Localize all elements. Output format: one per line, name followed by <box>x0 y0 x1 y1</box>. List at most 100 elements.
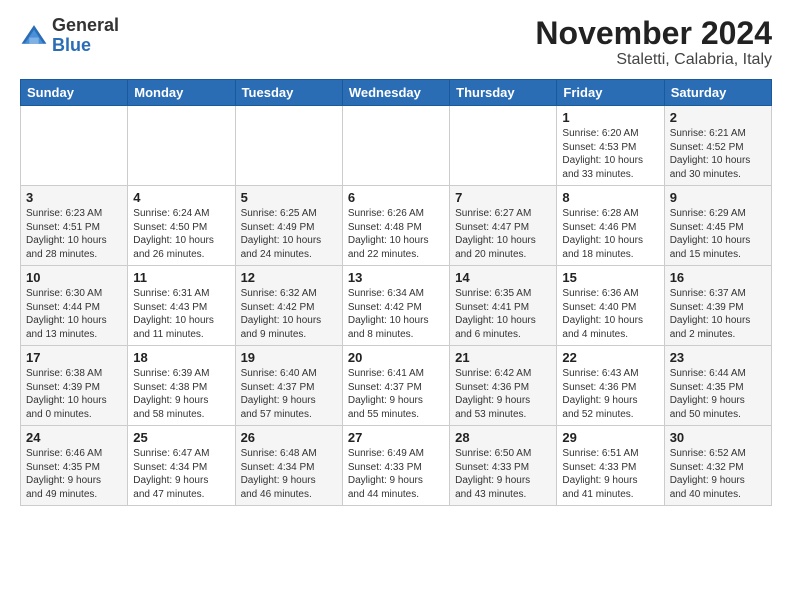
header: General Blue November 2024 Staletti, Cal… <box>20 16 772 69</box>
day-info: Sunrise: 6:50 AM Sunset: 4:33 PM Dayligh… <box>455 447 551 501</box>
day-number: 4 <box>133 190 229 205</box>
logo-text: General Blue <box>52 16 119 56</box>
week-row-4: 17 Sunrise: 6:38 AM Sunset: 4:39 PM Dayli… <box>21 346 772 426</box>
day-info: Sunrise: 6:36 AM Sunset: 4:40 PM Dayligh… <box>562 287 658 341</box>
day-info: Sunrise: 6:25 AM Sunset: 4:49 PM Dayligh… <box>241 207 337 261</box>
col-thursday: Thursday <box>450 80 557 106</box>
day-cell-4-2: 26Sunrise: 6:48 AM Sunset: 4:34 PM Dayli… <box>235 426 342 506</box>
day-cell-4-3: 27 Sunrise: 6:49 AM Sunset: 4:33 PM Dayli… <box>342 426 449 506</box>
day-number: 8 <box>562 190 658 205</box>
day-cell-4-4: 28 Sunrise: 6:50 AM Sunset: 4:33 PM Dayli… <box>450 426 557 506</box>
day-info: Sunrise: 6:47 AM Sunset: 4:34 PM Dayligh… <box>133 447 229 501</box>
day-info: Sunrise: 6:21 AM Sunset: 4:52 PM Dayligh… <box>670 127 766 181</box>
day-cell-0-6: 2 Sunrise: 6:21 AM Sunset: 4:52 PM Daylig… <box>664 106 771 186</box>
day-number: 26 <box>241 430 337 445</box>
day-number: 6 <box>348 190 444 205</box>
day-number: 10 <box>26 270 122 285</box>
day-number: 18 <box>133 350 229 365</box>
day-info: Sunrise: 6:31 AM Sunset: 4:43 PM Dayligh… <box>133 287 229 341</box>
day-cell-1-0: 3 Sunrise: 6:23 AM Sunset: 4:51 PM Daylig… <box>21 186 128 266</box>
day-info: Sunrise: 6:51 AM Sunset: 4:33 PM Dayligh… <box>562 447 658 501</box>
day-number: 14 <box>455 270 551 285</box>
day-number: 5 <box>241 190 337 205</box>
day-info: Sunrise: 6:39 AM Sunset: 4:38 PM Dayligh… <box>133 367 229 421</box>
day-number: 24 <box>26 430 122 445</box>
day-cell-1-3: 6 Sunrise: 6:26 AM Sunset: 4:48 PM Daylig… <box>342 186 449 266</box>
day-info: Sunrise: 6:24 AM Sunset: 4:50 PM Dayligh… <box>133 207 229 261</box>
calendar-body: 1Sunrise: 6:20 AM Sunset: 4:53 PM Daylig… <box>21 106 772 506</box>
day-cell-4-0: 24 Sunrise: 6:46 AM Sunset: 4:35 PM Dayli… <box>21 426 128 506</box>
col-friday: Friday <box>557 80 664 106</box>
day-info: Sunrise: 6:30 AM Sunset: 4:44 PM Dayligh… <box>26 287 122 341</box>
title-block: November 2024 Staletti, Calabria, Italy <box>535 16 772 69</box>
day-info: Sunrise: 6:20 AM Sunset: 4:53 PM Dayligh… <box>562 127 658 181</box>
day-cell-2-3: 13 Sunrise: 6:34 AM Sunset: 4:42 PM Dayli… <box>342 266 449 346</box>
day-info: Sunrise: 6:34 AM Sunset: 4:42 PM Dayligh… <box>348 287 444 341</box>
day-cell-3-2: 19 Sunrise: 6:40 AM Sunset: 4:37 PM Dayli… <box>235 346 342 426</box>
page: General Blue November 2024 Staletti, Cal… <box>0 0 792 516</box>
day-cell-4-5: 29 Sunrise: 6:51 AM Sunset: 4:33 PM Dayli… <box>557 426 664 506</box>
day-cell-3-1: 18 Sunrise: 6:39 AM Sunset: 4:38 PM Dayli… <box>128 346 235 426</box>
day-number: 19 <box>241 350 337 365</box>
day-info: Sunrise: 6:38 AM Sunset: 4:39 PM Dayligh… <box>26 367 122 421</box>
header-row: Sunday Monday Tuesday Wednesday Thursday… <box>21 80 772 106</box>
day-number: 16 <box>670 270 766 285</box>
day-cell-2-6: 16 Sunrise: 6:37 AM Sunset: 4:39 PM Dayli… <box>664 266 771 346</box>
day-cell-1-5: 8 Sunrise: 6:28 AM Sunset: 4:46 PM Daylig… <box>557 186 664 266</box>
day-number: 3 <box>26 190 122 205</box>
calendar-table: Sunday Monday Tuesday Wednesday Thursday… <box>20 79 772 506</box>
day-info: Sunrise: 6:43 AM Sunset: 4:36 PM Dayligh… <box>562 367 658 421</box>
day-cell-2-1: 11Sunrise: 6:31 AM Sunset: 4:43 PM Dayli… <box>128 266 235 346</box>
logo-icon <box>20 22 48 50</box>
day-info: Sunrise: 6:46 AM Sunset: 4:35 PM Dayligh… <box>26 447 122 501</box>
day-info: Sunrise: 6:42 AM Sunset: 4:36 PM Dayligh… <box>455 367 551 421</box>
calendar-subtitle: Staletti, Calabria, Italy <box>535 51 772 69</box>
day-number: 23 <box>670 350 766 365</box>
day-number: 9 <box>670 190 766 205</box>
day-number: 30 <box>670 430 766 445</box>
day-cell-3-0: 17 Sunrise: 6:38 AM Sunset: 4:39 PM Dayli… <box>21 346 128 426</box>
day-number: 17 <box>26 350 122 365</box>
day-info: Sunrise: 6:32 AM Sunset: 4:42 PM Dayligh… <box>241 287 337 341</box>
logo-line1: General <box>52 16 119 36</box>
day-number: 12 <box>241 270 337 285</box>
day-info: Sunrise: 6:23 AM Sunset: 4:51 PM Dayligh… <box>26 207 122 261</box>
day-cell-3-3: 20Sunrise: 6:41 AM Sunset: 4:37 PM Dayli… <box>342 346 449 426</box>
logo: General Blue <box>20 16 119 56</box>
day-number: 21 <box>455 350 551 365</box>
day-cell-3-6: 23Sunrise: 6:44 AM Sunset: 4:35 PM Dayli… <box>664 346 771 426</box>
day-info: Sunrise: 6:37 AM Sunset: 4:39 PM Dayligh… <box>670 287 766 341</box>
day-cell-2-0: 10 Sunrise: 6:30 AM Sunset: 4:44 PM Dayli… <box>21 266 128 346</box>
day-info: Sunrise: 6:28 AM Sunset: 4:46 PM Dayligh… <box>562 207 658 261</box>
logo-line2: Blue <box>52 36 119 56</box>
col-tuesday: Tuesday <box>235 80 342 106</box>
week-row-2: 3 Sunrise: 6:23 AM Sunset: 4:51 PM Daylig… <box>21 186 772 266</box>
col-sunday: Sunday <box>21 80 128 106</box>
day-number: 25 <box>133 430 229 445</box>
day-number: 13 <box>348 270 444 285</box>
calendar-header: Sunday Monday Tuesday Wednesday Thursday… <box>21 80 772 106</box>
day-number: 27 <box>348 430 444 445</box>
day-number: 29 <box>562 430 658 445</box>
day-cell-2-4: 14 Sunrise: 6:35 AM Sunset: 4:41 PM Dayli… <box>450 266 557 346</box>
day-number: 7 <box>455 190 551 205</box>
day-cell-0-2 <box>235 106 342 186</box>
day-info: Sunrise: 6:29 AM Sunset: 4:45 PM Dayligh… <box>670 207 766 261</box>
day-cell-1-4: 7 Sunrise: 6:27 AM Sunset: 4:47 PM Daylig… <box>450 186 557 266</box>
week-row-1: 1Sunrise: 6:20 AM Sunset: 4:53 PM Daylig… <box>21 106 772 186</box>
day-cell-0-5: 1Sunrise: 6:20 AM Sunset: 4:53 PM Daylig… <box>557 106 664 186</box>
week-row-5: 24 Sunrise: 6:46 AM Sunset: 4:35 PM Dayli… <box>21 426 772 506</box>
day-info: Sunrise: 6:35 AM Sunset: 4:41 PM Dayligh… <box>455 287 551 341</box>
day-number: 28 <box>455 430 551 445</box>
day-info: Sunrise: 6:26 AM Sunset: 4:48 PM Dayligh… <box>348 207 444 261</box>
col-monday: Monday <box>128 80 235 106</box>
col-wednesday: Wednesday <box>342 80 449 106</box>
day-cell-0-3 <box>342 106 449 186</box>
day-info: Sunrise: 6:27 AM Sunset: 4:47 PM Dayligh… <box>455 207 551 261</box>
day-cell-1-6: 9 Sunrise: 6:29 AM Sunset: 4:45 PM Daylig… <box>664 186 771 266</box>
day-info: Sunrise: 6:40 AM Sunset: 4:37 PM Dayligh… <box>241 367 337 421</box>
week-row-3: 10 Sunrise: 6:30 AM Sunset: 4:44 PM Dayli… <box>21 266 772 346</box>
day-number: 2 <box>670 110 766 125</box>
day-info: Sunrise: 6:49 AM Sunset: 4:33 PM Dayligh… <box>348 447 444 501</box>
day-number: 22 <box>562 350 658 365</box>
